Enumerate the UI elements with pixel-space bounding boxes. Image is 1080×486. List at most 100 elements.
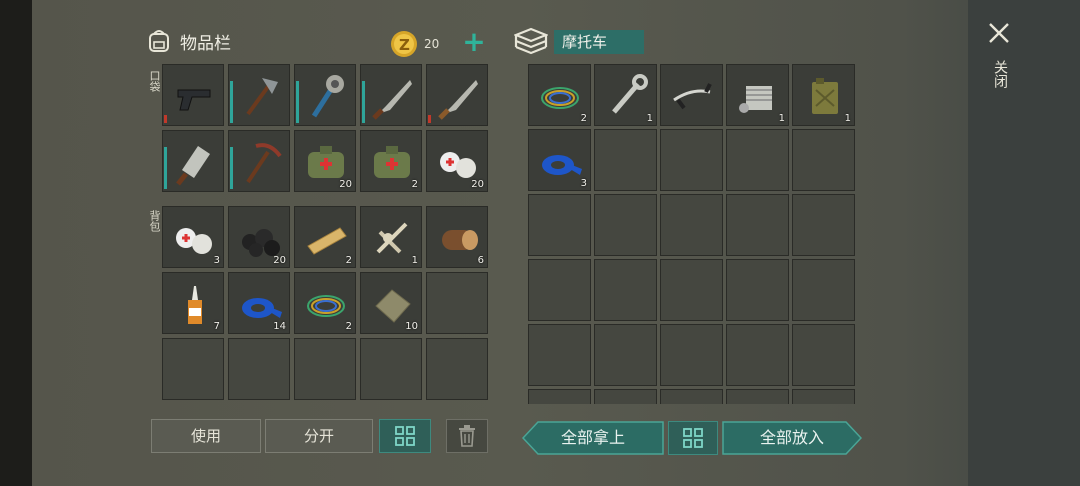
svg-text:Z: Z — [399, 36, 410, 54]
empty-slot[interactable] — [660, 389, 723, 404]
vehicle-name: 摩托车 — [554, 30, 644, 54]
spiked-club-icon — [311, 75, 344, 118]
durability-bar — [164, 115, 167, 123]
item-slot-plank[interactable]: 2 — [294, 206, 356, 268]
empty-slot[interactable] — [792, 259, 855, 321]
medkit-icon — [374, 146, 410, 178]
item-quantity: 1 — [844, 113, 851, 124]
empty-slot[interactable] — [660, 259, 723, 321]
sort-button[interactable] — [379, 419, 431, 453]
item-quantity: 1 — [778, 113, 785, 124]
empty-slot[interactable] — [792, 194, 855, 256]
vehicle-header: 摩托车 — [514, 26, 644, 58]
empty-slot[interactable] — [726, 324, 789, 386]
item-slot-spiked-club[interactable] — [294, 64, 356, 126]
empty-slot[interactable] — [594, 389, 657, 404]
empty-slot[interactable] — [594, 194, 657, 256]
item-quantity: 14 — [273, 321, 286, 332]
item-quantity: 2 — [411, 179, 418, 190]
machete-rusty-icon — [438, 80, 478, 120]
item-slot-medkit[interactable]: 20 — [294, 130, 356, 192]
cleaver-icon — [176, 146, 210, 186]
empty-slot[interactable] — [426, 272, 488, 334]
vehicle-storage: 2 1 1 1 3 — [528, 64, 860, 404]
item-slot-wire[interactable]: 2 — [528, 64, 591, 126]
take-all-button[interactable]: 全部拿上 — [522, 421, 664, 455]
empty-slot[interactable] — [528, 259, 591, 321]
item-slot-handlebar[interactable] — [660, 64, 723, 126]
wire-icon — [307, 295, 345, 317]
empty-slot[interactable] — [594, 129, 657, 191]
glue-icon — [188, 286, 202, 324]
empty-slot[interactable] — [528, 389, 591, 404]
empty-slot[interactable] — [162, 338, 224, 400]
backpack-grid: 3 20 2 1 6 7 14 2 10 — [162, 206, 488, 400]
empty-slot[interactable] — [594, 324, 657, 386]
item-slot-wire[interactable]: 2 — [294, 272, 356, 334]
close-icon[interactable] — [986, 20, 1012, 46]
empty-slot[interactable] — [528, 194, 591, 256]
use-button[interactable]: 使用 — [151, 419, 261, 453]
item-slot-cloth[interactable]: 10 — [360, 272, 422, 334]
item-slot-tape[interactable]: 3 — [528, 129, 591, 191]
item-slot-wrench[interactable]: 1 — [594, 64, 657, 126]
empty-slot[interactable] — [726, 194, 789, 256]
empty-slot[interactable] — [594, 259, 657, 321]
pocket-label: 口袋 — [148, 70, 161, 92]
item-slot-jerrycan[interactable]: 1 — [792, 64, 855, 126]
item-slot-pistol[interactable] — [162, 64, 224, 126]
coin-amount: 20 — [424, 37, 440, 51]
empty-slot[interactable] — [426, 338, 488, 400]
empty-slot[interactable] — [792, 324, 855, 386]
tape-icon — [542, 155, 582, 175]
empty-slot[interactable] — [528, 324, 591, 386]
empty-slot[interactable] — [726, 259, 789, 321]
backpack-icon — [149, 30, 169, 52]
item-slot-glue[interactable]: 7 — [162, 272, 224, 334]
pocket-grid: 20 2 20 — [162, 64, 488, 192]
item-slot-coal[interactable]: 20 — [228, 206, 290, 268]
take-all-label: 全部拿上 — [560, 428, 625, 447]
put-all-button[interactable]: 全部放入 — [722, 421, 862, 455]
close-label[interactable]: 关闭 — [990, 60, 1008, 88]
empty-slot[interactable] — [792, 129, 855, 191]
inventory-title: 物品栏 — [180, 33, 231, 54]
machete-icon — [372, 80, 412, 120]
item-quantity: 20 — [273, 255, 286, 266]
item-slot-bandage[interactable]: 3 — [162, 206, 224, 268]
item-slot-bones[interactable]: 1 — [360, 206, 422, 268]
item-slot-hatchet[interactable] — [228, 64, 290, 126]
empty-slot[interactable] — [360, 338, 422, 400]
item-slot-engine[interactable]: 1 — [726, 64, 789, 126]
item-slot-log[interactable]: 6 — [426, 206, 488, 268]
grid-icon — [683, 428, 703, 448]
split-button[interactable]: 分开 — [265, 419, 373, 453]
item-slot-cleaver[interactable] — [162, 130, 224, 192]
item-slot-tape[interactable]: 14 — [228, 272, 290, 334]
empty-slot[interactable] — [660, 324, 723, 386]
empty-slot[interactable] — [726, 129, 789, 191]
add-coins-button[interactable]: + — [462, 28, 486, 56]
wrench-icon — [612, 74, 648, 114]
empty-slot[interactable] — [228, 338, 290, 400]
item-slot-pickaxe[interactable] — [228, 130, 290, 192]
item-slot-medkit[interactable]: 2 — [360, 130, 422, 192]
sort-vehicle-button[interactable] — [668, 421, 718, 455]
engine-icon — [739, 86, 772, 113]
empty-slot[interactable] — [660, 129, 723, 191]
trash-button[interactable] — [446, 419, 488, 453]
empty-slot[interactable] — [294, 338, 356, 400]
empty-slot[interactable] — [792, 389, 855, 404]
item-slot-bandage[interactable]: 20 — [426, 130, 488, 192]
grid-icon — [395, 426, 415, 446]
bandage-icon — [176, 228, 212, 254]
item-slot-machete-rusty[interactable] — [426, 64, 488, 126]
item-quantity: 3 — [213, 255, 220, 266]
plank-icon — [307, 227, 347, 255]
item-quantity: 6 — [477, 255, 484, 266]
item-slot-machete[interactable] — [360, 64, 422, 126]
empty-slot[interactable] — [726, 389, 789, 404]
empty-slot[interactable] — [660, 194, 723, 256]
item-quantity: 7 — [213, 321, 220, 332]
item-quantity: 1 — [646, 113, 653, 124]
